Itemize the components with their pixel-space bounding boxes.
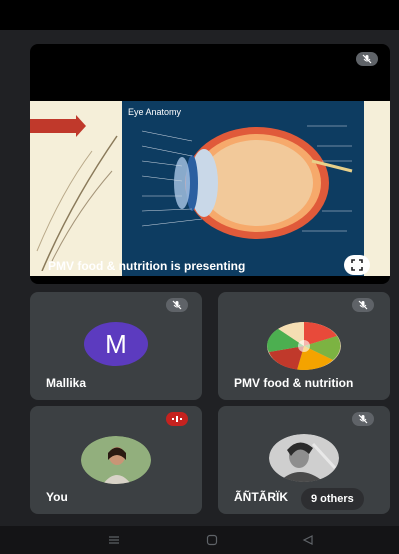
system-nav-bar	[0, 526, 399, 554]
fullscreen-icon[interactable]	[344, 255, 370, 275]
back-icon[interactable]	[302, 534, 314, 546]
eye-diagram	[141, 125, 353, 239]
presentation-tile[interactable]: Eye Anatomy PMV food & nutrition is pres…	[30, 44, 390, 284]
participant-name: PMV food & nutrition	[234, 376, 354, 390]
mic-off-icon	[352, 412, 374, 426]
participant-name: Mallika	[46, 376, 87, 390]
mic-off-icon	[352, 298, 374, 312]
menu-icon[interactable]	[108, 534, 120, 546]
others-count-chip[interactable]: 9 others	[301, 488, 364, 510]
participant-tile[interactable]: M Mallika	[30, 292, 202, 400]
slide-left-panel	[30, 101, 122, 276]
participant-tile[interactable]: PMV food & nutrition	[218, 292, 390, 400]
presenting-caption: PMV food & nutrition is presenting	[48, 259, 246, 273]
self-tile[interactable]: You	[30, 406, 202, 514]
avatar: M	[84, 322, 148, 366]
avatar	[81, 436, 151, 484]
slide-diagram-area: Eye Anatomy	[122, 101, 364, 276]
mic-off-icon	[356, 52, 378, 66]
avatar	[269, 434, 339, 482]
mic-off-icon	[166, 298, 188, 312]
participant-name: ÃÑTÃRÏK	[234, 490, 288, 504]
slide-right-panel	[364, 101, 390, 276]
shared-slide: Eye Anatomy	[30, 101, 390, 276]
home-icon[interactable]	[206, 534, 218, 546]
speaking-indicator-icon	[166, 412, 188, 426]
food-avatar-photo	[267, 322, 341, 370]
status-bar	[0, 0, 399, 30]
participant-name: You	[46, 490, 68, 504]
plant-graphic	[36, 135, 118, 271]
